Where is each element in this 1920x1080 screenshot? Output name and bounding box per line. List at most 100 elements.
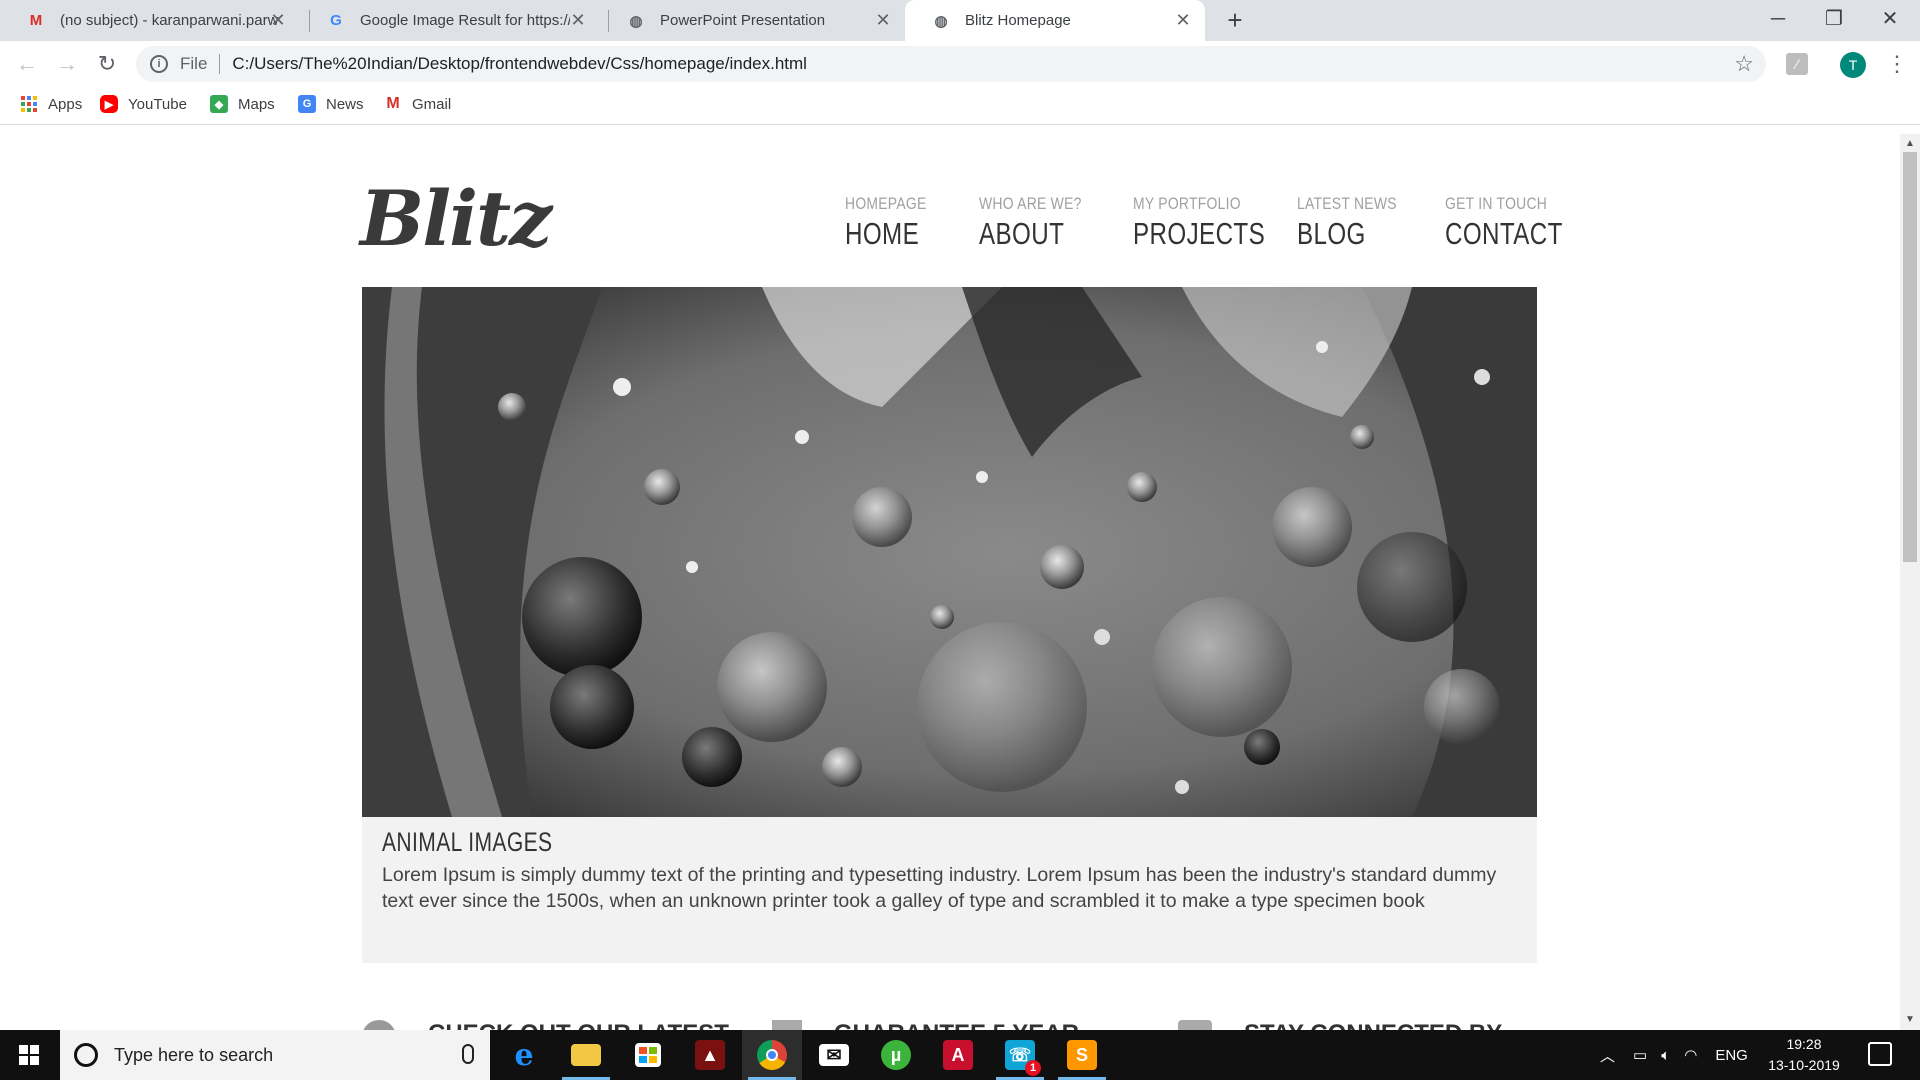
feature-icon bbox=[772, 1020, 802, 1030]
taskbar-game[interactable]: ▲ bbox=[680, 1030, 740, 1080]
search-placeholder: Type here to search bbox=[114, 1044, 274, 1065]
utorrent-icon: µ bbox=[881, 1040, 911, 1070]
bookmark-gmail[interactable]: M Gmail bbox=[384, 95, 451, 113]
scroll-down-arrow-icon[interactable]: ▼ bbox=[1900, 1014, 1920, 1028]
taskbar-whatsapp[interactable]: ☏ 1 bbox=[990, 1030, 1050, 1080]
feature-guarantee: GUARANTEE 5 YEAR bbox=[772, 1020, 1079, 1030]
taskbar-sublime[interactable]: S bbox=[1052, 1030, 1112, 1080]
reload-button[interactable]: ↻ bbox=[92, 49, 122, 79]
tab-label: Blitz Homepage bbox=[965, 12, 1071, 29]
forward-button[interactable]: → bbox=[52, 49, 82, 79]
youtube-icon: ▶ bbox=[100, 95, 118, 113]
language-indicator[interactable]: ENG bbox=[1715, 1047, 1748, 1064]
nav-subtitle: GET IN TOUCH bbox=[1445, 194, 1548, 213]
bookmark-label: YouTube bbox=[128, 95, 187, 113]
browser-window: M (no subject) - karanparwani.parw ✕ G G… bbox=[0, 0, 1920, 1030]
clock-time: 19:28 bbox=[1786, 1036, 1822, 1052]
tab-gmail[interactable]: M (no subject) - karanparwani.parw ✕ bbox=[0, 0, 300, 41]
microphone-icon[interactable] bbox=[462, 1044, 474, 1064]
taskbar-acrobat[interactable]: A bbox=[928, 1030, 988, 1080]
windows-logo-icon bbox=[19, 1045, 39, 1065]
back-button[interactable]: ← bbox=[12, 49, 42, 79]
taskbar-store[interactable] bbox=[618, 1030, 678, 1080]
url-text[interactable]: C:/Users/The%20Indian/Desktop/frontendwe… bbox=[232, 54, 807, 74]
nav-about[interactable]: WHO ARE WE? ABOUT bbox=[979, 194, 1104, 252]
close-tab-icon[interactable]: ✕ bbox=[268, 10, 288, 30]
tab-strip: M (no subject) - karanparwani.parw ✕ G G… bbox=[0, 0, 1920, 41]
bookmarks-bar: Apps ▶ YouTube ◆ Maps G News M Gmail bbox=[0, 87, 1920, 125]
feature-heading: GUARANTEE 5 YEAR bbox=[834, 1020, 1079, 1030]
close-tab-icon[interactable]: ✕ bbox=[1173, 10, 1193, 30]
site-logo[interactable]: Blitz bbox=[360, 174, 552, 263]
tab-blitz-homepage[interactable]: ◍ Blitz Homepage ✕ bbox=[905, 0, 1205, 41]
scroll-up-arrow-icon[interactable]: ▲ bbox=[1900, 138, 1920, 152]
gmail-icon: M bbox=[386, 95, 400, 112]
bookmark-apps[interactable]: Apps bbox=[20, 95, 82, 113]
bookmark-maps[interactable]: ◆ Maps bbox=[210, 95, 275, 113]
wifi-icon[interactable]: ◠ bbox=[1684, 1046, 1697, 1064]
taskbar-file-explorer[interactable] bbox=[556, 1030, 616, 1080]
acrobat-extension-icon[interactable]: ⁄ bbox=[1786, 53, 1808, 75]
mail-icon: ✉ bbox=[819, 1044, 849, 1066]
cortana-icon bbox=[74, 1043, 98, 1067]
bookmark-label: News bbox=[326, 95, 364, 113]
nav-subtitle: WHO ARE WE? bbox=[979, 194, 1082, 213]
bookmark-label: Apps bbox=[48, 95, 83, 113]
nav-title: CONTACT bbox=[1445, 216, 1563, 251]
minimize-button[interactable]: ─ bbox=[1750, 0, 1806, 41]
taskbar-utorrent[interactable]: µ bbox=[866, 1030, 926, 1080]
show-hidden-icons-icon[interactable]: ︿ bbox=[1600, 1045, 1615, 1066]
close-tab-icon[interactable]: ✕ bbox=[873, 10, 893, 30]
volume-icon[interactable]: 🔈︎ bbox=[1661, 1047, 1670, 1064]
taskbar-search[interactable]: Type here to search bbox=[60, 1030, 490, 1080]
nav-blog[interactable]: LATEST NEWS BLOG bbox=[1297, 194, 1419, 252]
tab-google-image[interactable]: G Google Image Result for https:// ✕ bbox=[300, 0, 600, 41]
nav-home[interactable]: HOMEPAGE HOME bbox=[845, 194, 944, 252]
info-icon[interactable]: i bbox=[150, 55, 168, 73]
taskbar-chrome[interactable] bbox=[742, 1030, 802, 1080]
tab-label: PowerPoint Presentation bbox=[660, 12, 826, 29]
file-explorer-icon bbox=[571, 1044, 601, 1066]
clock-date: 13-10-2019 bbox=[1768, 1057, 1840, 1073]
bookmark-youtube[interactable]: ▶ YouTube bbox=[100, 95, 187, 113]
system-tray: ︿ ▭ 🔈︎ ◠ ENG bbox=[1600, 1030, 1748, 1080]
start-button[interactable] bbox=[0, 1030, 58, 1080]
bookmark-news[interactable]: G News bbox=[298, 95, 364, 113]
bookmark-star-icon[interactable]: ☆ bbox=[1734, 51, 1754, 77]
nav-subtitle: LATEST NEWS bbox=[1297, 194, 1397, 213]
tab-powerpoint[interactable]: ◍ PowerPoint Presentation ✕ bbox=[600, 0, 905, 41]
battery-icon[interactable]: ▭ bbox=[1633, 1046, 1647, 1064]
nav-projects[interactable]: MY PORTFOLIO PROJECTS bbox=[1133, 194, 1302, 252]
bookmark-label: Gmail bbox=[412, 95, 452, 113]
nav-title: HOME bbox=[845, 216, 920, 251]
nav-title: ABOUT bbox=[979, 216, 1065, 251]
tab-label: (no subject) - karanparwani.parw bbox=[60, 12, 279, 29]
close-window-button[interactable]: ✕ bbox=[1862, 0, 1918, 41]
close-tab-icon[interactable]: ✕ bbox=[568, 10, 588, 30]
feature-icon bbox=[1178, 1020, 1212, 1030]
windows-taskbar: Type here to search e ▲ ✉ µ A ☏ 1 S ︿ ▭ … bbox=[0, 1030, 1920, 1080]
apps-grid-icon bbox=[20, 95, 38, 113]
taskbar-mail[interactable]: ✉ bbox=[804, 1030, 864, 1080]
globe-icon: ◍ bbox=[629, 12, 643, 30]
vertical-scrollbar[interactable]: ▲ ▼ bbox=[1900, 134, 1920, 1030]
action-center-icon[interactable] bbox=[1868, 1042, 1892, 1066]
taskbar-edge[interactable]: e bbox=[494, 1030, 554, 1080]
store-icon bbox=[635, 1043, 661, 1067]
feature-icon bbox=[362, 1020, 396, 1030]
feature-heading: STAY CONNECTED BY bbox=[1244, 1020, 1502, 1030]
address-bar[interactable]: i File C:/Users/The%20Indian/Desktop/fro… bbox=[136, 46, 1766, 82]
maps-icon: ◆ bbox=[210, 95, 228, 113]
profile-avatar[interactable]: T bbox=[1840, 52, 1866, 78]
feature-heading: CHECK OUT OUR LATEST bbox=[428, 1020, 729, 1030]
menu-icon[interactable]: ⋮ bbox=[1886, 50, 1908, 80]
new-tab-button[interactable]: + bbox=[1220, 6, 1250, 36]
restore-button[interactable]: ❐ bbox=[1806, 0, 1862, 41]
feature-latest: CHECK OUT OUR LATEST bbox=[362, 1020, 729, 1030]
scroll-thumb[interactable] bbox=[1903, 152, 1917, 562]
browser-toolbar: ← → ↻ i File C:/Users/The%20Indian/Deskt… bbox=[0, 41, 1920, 87]
clock[interactable]: 19:28 13-10-2019 bbox=[1764, 1034, 1844, 1076]
caption-title: ANIMAL IMAGES bbox=[382, 827, 553, 857]
whatsapp-icon: ☏ 1 bbox=[1005, 1040, 1041, 1076]
nav-contact[interactable]: GET IN TOUCH CONTACT bbox=[1445, 194, 1596, 252]
